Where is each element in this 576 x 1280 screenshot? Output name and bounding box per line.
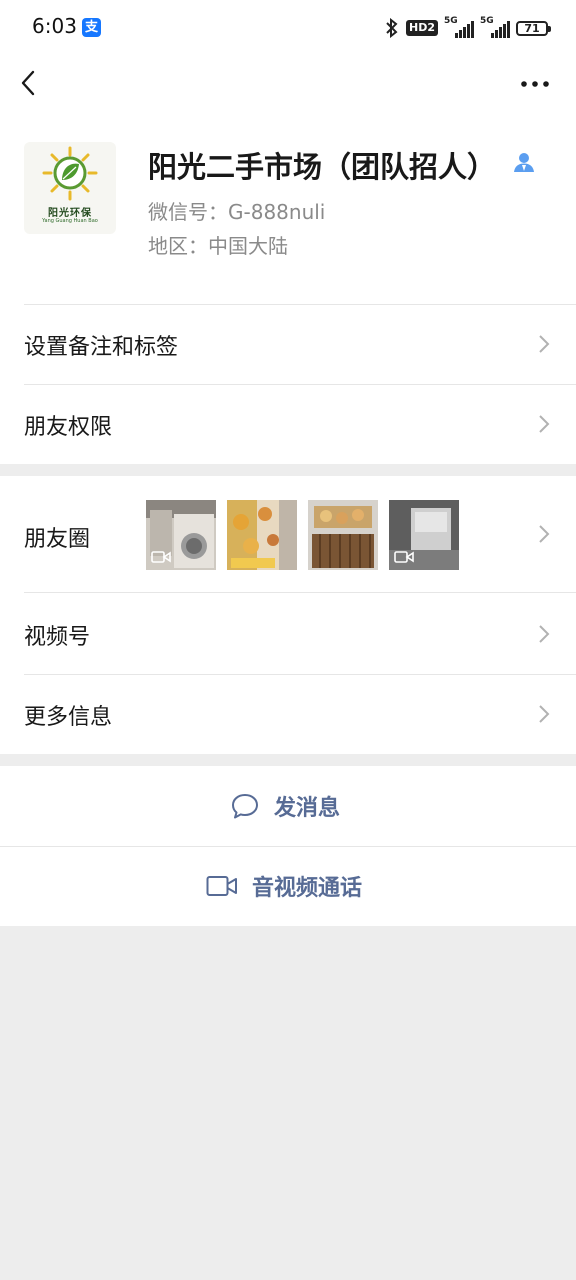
menu-label-remark-tags: 设置备注和标签 xyxy=(24,335,179,360)
profile-name: 阳光二手市场（团队招人） xyxy=(148,150,497,184)
divider xyxy=(24,304,576,305)
chevron-right-icon xyxy=(539,705,550,723)
bluetooth-icon xyxy=(386,18,398,38)
moments-thumbnails xyxy=(146,500,459,570)
region: 地区：中国大陆 xyxy=(148,234,288,258)
menu-item-moments[interactable]: 朋友圈 xyxy=(0,476,576,592)
avatar[interactable]: 阳光环保 Yang Guang Huan Bao xyxy=(24,142,116,234)
verified-user-icon xyxy=(514,153,534,172)
avatar-caption: 阳光环保 xyxy=(48,208,92,219)
send-message-label: 发消息 xyxy=(274,796,341,821)
chevron-right-icon xyxy=(539,335,550,353)
moments-thumbnail[interactable] xyxy=(146,500,216,570)
video-call-label: 音视频通话 xyxy=(252,876,363,901)
video-badge-icon xyxy=(151,551,171,563)
battery-icon: 71 xyxy=(516,20,551,36)
avatar-subcaption: Yang Guang Huan Bao xyxy=(42,218,98,224)
menu-label-channels: 视频号 xyxy=(24,625,91,650)
menu-item-more-info[interactable]: 更多信息 xyxy=(0,674,576,754)
hd-voice-icon: HD2 xyxy=(406,20,438,36)
signal-icon-sim1: 5G xyxy=(444,16,474,38)
more-icon[interactable] xyxy=(520,76,550,92)
status-icons: HD2 5G 5G 71 xyxy=(384,16,551,40)
menu-item-friend-permissions[interactable]: 朋友权限 xyxy=(0,384,576,464)
chevron-right-icon xyxy=(539,415,550,433)
video-camera-icon xyxy=(206,876,237,896)
chevron-right-icon xyxy=(539,525,550,543)
menu-label-more-info: 更多信息 xyxy=(24,705,113,730)
alipay-notification-icon: 支 xyxy=(82,18,101,37)
menu-label-friend-permissions: 朋友权限 xyxy=(24,415,113,440)
status-bar: 6:03 支 HD2 5G 5G 71 xyxy=(0,0,576,56)
signal-icon-sim2: 5G xyxy=(480,16,510,38)
divider xyxy=(24,592,576,593)
send-message-button[interactable]: 发消息 xyxy=(0,766,576,846)
menu-item-remark-tags[interactable]: 设置备注和标签 xyxy=(0,304,576,384)
moments-thumbnail[interactable] xyxy=(308,500,378,570)
chevron-right-icon xyxy=(539,625,550,643)
moments-thumbnail[interactable] xyxy=(389,500,459,570)
video-badge-icon xyxy=(394,551,414,563)
menu-item-channels[interactable]: 视频号 xyxy=(0,592,576,674)
divider xyxy=(24,674,576,675)
wechat-id: 微信号：G-888nuli xyxy=(148,200,326,224)
chat-bubble-icon xyxy=(232,794,258,819)
video-call-button[interactable]: 音视频通话 xyxy=(0,846,576,926)
back-icon[interactable] xyxy=(18,68,42,98)
nav-bar xyxy=(0,56,576,112)
menu-label-moments: 朋友圈 xyxy=(24,527,91,552)
moments-thumbnail[interactable] xyxy=(227,500,297,570)
divider xyxy=(24,384,576,385)
profile-header: 阳光环保 Yang Guang Huan Bao 阳光二手市场（团队招人） 微信… xyxy=(0,112,576,304)
status-time: 6:03 xyxy=(32,14,77,38)
